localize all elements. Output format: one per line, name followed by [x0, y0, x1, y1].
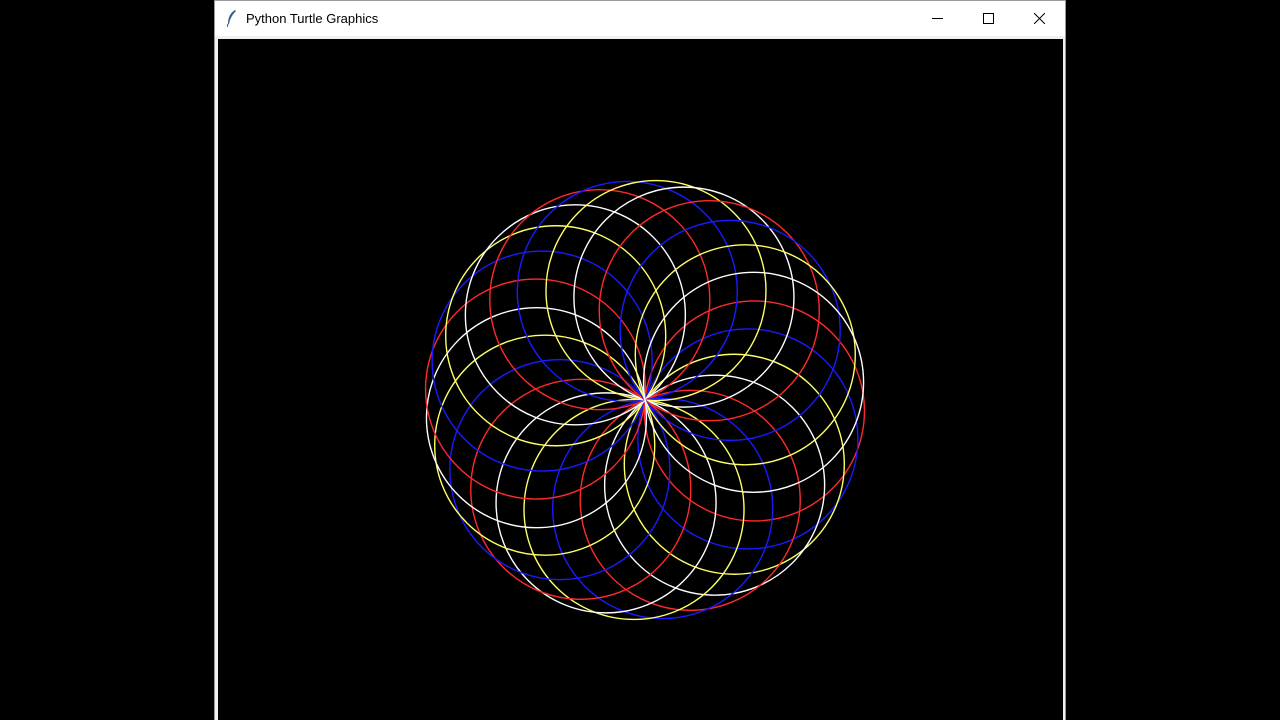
title-bar[interactable]: Python Turtle Graphics	[215, 1, 1065, 36]
close-button[interactable]	[1014, 1, 1065, 36]
turtle-canvas[interactable]	[218, 39, 1063, 720]
minimize-icon	[932, 18, 943, 19]
maximize-button[interactable]	[963, 1, 1014, 36]
window-title: Python Turtle Graphics	[246, 11, 379, 26]
feather-icon	[225, 10, 239, 28]
maximize-icon	[983, 13, 994, 24]
spirograph-drawing	[424, 179, 866, 621]
desktop: Python Turtle Graphics	[0, 0, 1280, 720]
minimize-button[interactable]	[912, 1, 963, 36]
caption-buttons	[912, 1, 1065, 36]
close-icon	[1034, 13, 1045, 24]
turtle-window: Python Turtle Graphics	[214, 0, 1066, 720]
